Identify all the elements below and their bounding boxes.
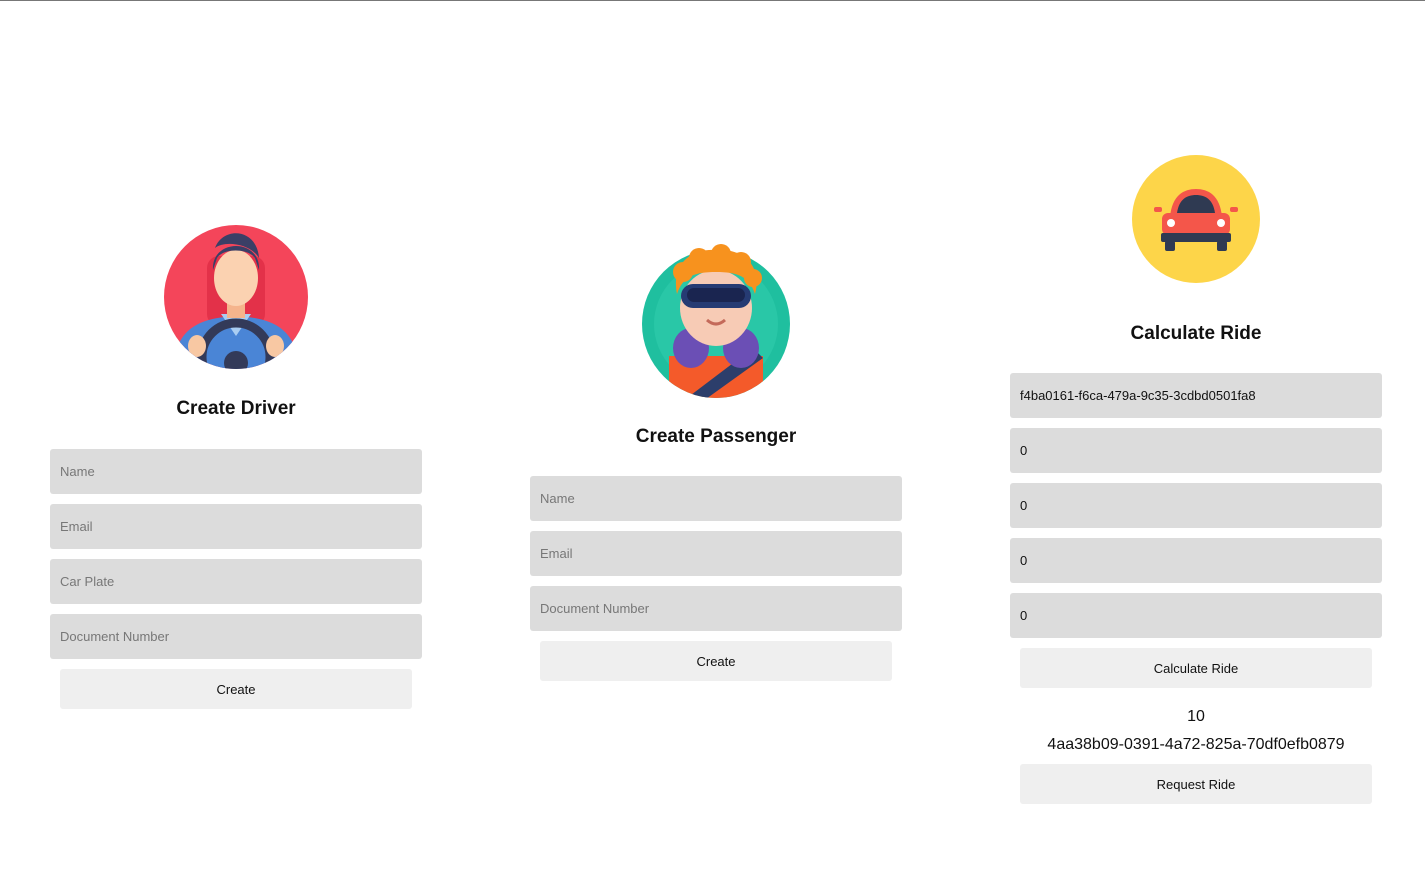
- ride-from-lat-input[interactable]: [1010, 428, 1382, 473]
- driver-document-input[interactable]: [50, 614, 422, 659]
- car-icon: [1132, 155, 1260, 283]
- create-driver-button[interactable]: Create: [60, 669, 412, 709]
- create-passenger-button[interactable]: Create: [540, 641, 892, 681]
- driver-title: Create Driver: [176, 398, 296, 419]
- driver-car-plate-input[interactable]: [50, 559, 422, 604]
- ride-to-long-input[interactable]: [1010, 593, 1382, 638]
- passenger-name-input[interactable]: [530, 476, 902, 521]
- passenger-title: Create Passenger: [635, 426, 797, 447]
- calculate-ride-button[interactable]: Calculate Ride: [1020, 648, 1372, 688]
- create-passenger-panel: Create Passenger Create: [530, 0, 902, 883]
- request-ride-button[interactable]: Request Ride: [1020, 764, 1372, 804]
- ride-title: Calculate Ride: [1130, 323, 1262, 344]
- ride-from-long-input[interactable]: [1010, 483, 1382, 528]
- ride-price-output: 10: [1187, 708, 1205, 725]
- passenger-avatar-icon: [642, 244, 790, 398]
- calculate-ride-panel: Calculate Ride Calculate Ride 10 4aa38b0…: [1010, 0, 1382, 883]
- ride-passenger-id-input[interactable]: [1010, 373, 1382, 418]
- create-driver-panel: Create Driver Create: [50, 0, 422, 883]
- passenger-document-input[interactable]: [530, 586, 902, 631]
- driver-email-input[interactable]: [50, 504, 422, 549]
- driver-name-input[interactable]: [50, 449, 422, 494]
- driver-avatar-icon: [164, 225, 308, 369]
- ride-to-lat-input[interactable]: [1010, 538, 1382, 583]
- ride-id-output: 4aa38b09-0391-4a72-825a-70df0efb0879: [1047, 736, 1345, 753]
- passenger-email-input[interactable]: [530, 531, 902, 576]
